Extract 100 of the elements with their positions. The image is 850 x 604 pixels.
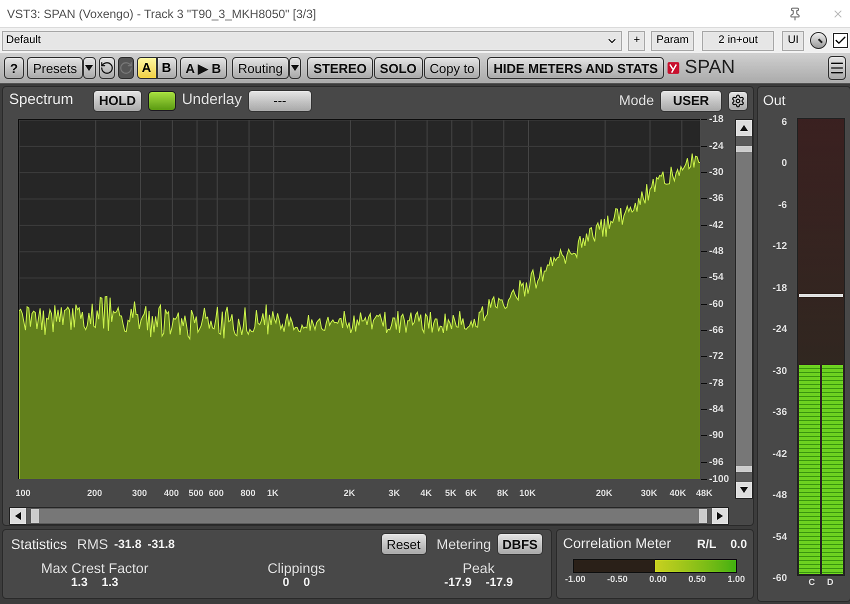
scale-label: -60 <box>772 574 787 584</box>
menu-button[interactable] <box>828 56 846 80</box>
scale-label: -24 <box>772 325 787 336</box>
frequency-label: 40K <box>670 487 686 500</box>
help-button[interactable]: ? <box>4 57 24 79</box>
presets-menu-button[interactable] <box>83 57 96 79</box>
scale-label: -54 <box>772 532 787 543</box>
frequency-label: 10K <box>519 487 536 500</box>
routing-menu-button[interactable] <box>288 57 302 79</box>
routing-mode-button[interactable]: 2 in+out <box>702 30 774 50</box>
stat-value: 1.3 <box>102 575 118 590</box>
panel-title: Statistics <box>11 534 68 554</box>
frequency-label: 200 <box>87 487 102 500</box>
frequency-label: 500 <box>188 487 204 500</box>
channel-label: D <box>827 576 834 589</box>
frequency-label: 1K <box>266 487 278 500</box>
db-label: -18 <box>709 113 724 128</box>
frequency-label: 3K <box>388 487 400 500</box>
db-label: -84 <box>709 403 724 418</box>
down-arrow-icon <box>739 485 749 496</box>
scale-label: -42 <box>772 450 787 460</box>
param-button[interactable]: Param <box>651 30 694 50</box>
window-title: VST3: SPAN (Voxengo) - Track 3 "T90_3_MKH8050" [3/3] <box>7 6 316 22</box>
underlay-dropdown[interactable]: --- <box>248 90 312 112</box>
solo-button[interactable]: SOLO <box>374 57 423 79</box>
rms-value: -31.8 <box>114 536 142 553</box>
scale-label: 1.00 <box>727 573 745 586</box>
mode-label: Mode <box>618 91 654 110</box>
hold-led[interactable] <box>148 90 176 111</box>
preset-dropdown[interactable]: Default <box>2 30 622 50</box>
menu-icon <box>829 60 846 76</box>
scale-label: 0 <box>781 159 787 170</box>
scale-label: -12 <box>772 242 787 252</box>
mode-dropdown[interactable]: USER <box>660 90 722 112</box>
pin-icon[interactable] <box>788 6 802 20</box>
undo-button[interactable] <box>98 57 114 79</box>
frequency-label: 4K <box>420 487 432 500</box>
horizontal-scrollbar[interactable] <box>9 507 729 525</box>
panel-title: Spectrum <box>9 90 74 110</box>
scale-label: 0.50 <box>688 573 706 586</box>
db-label: -36 <box>709 192 724 206</box>
db-label: -72 <box>709 350 724 364</box>
channel-label: C <box>808 576 815 589</box>
enable-checkbox[interactable] <box>832 33 848 48</box>
db-label: -42 <box>709 218 724 233</box>
stat-value: 1.3 <box>70 575 88 590</box>
frequency-label: 5K <box>445 487 457 500</box>
ab-toggle[interactable]: B <box>156 57 176 79</box>
db-label: -48 <box>709 245 724 260</box>
left-arrow-icon <box>13 511 23 521</box>
metering-label: Metering <box>436 534 491 554</box>
scale-label: 6 <box>781 118 787 128</box>
frequency-label: 48K <box>696 487 713 500</box>
scale-label: -1.00 <box>565 573 586 586</box>
copy-to-button[interactable]: Copy to <box>424 57 480 79</box>
caret-icon <box>84 63 94 73</box>
db-label: -100 <box>709 473 730 488</box>
frequency-label: 800 <box>240 487 256 500</box>
reset-button[interactable]: Reset <box>380 533 427 555</box>
add-button[interactable]: + <box>628 30 646 50</box>
frequency-label: 600 <box>208 487 224 500</box>
logo-text: SPAN <box>684 56 736 80</box>
stat-value: -17.9 <box>444 575 472 590</box>
routing-button[interactable]: Routing <box>232 57 289 79</box>
stat-value: -17.9 <box>486 575 513 590</box>
stereo-button[interactable]: STEREO <box>307 57 373 79</box>
db-label: -54 <box>709 271 724 286</box>
redo-button[interactable] <box>118 57 134 79</box>
undo-icon <box>100 61 114 75</box>
stat-value: 0 <box>303 575 310 590</box>
stat-label: Clippings <box>268 561 326 575</box>
hold-button[interactable]: HOLD <box>93 90 142 112</box>
scale-label: -30 <box>772 366 787 377</box>
scale-label: 0.00 <box>649 573 667 586</box>
up-arrow-icon <box>739 123 749 134</box>
settings-button[interactable] <box>728 90 748 111</box>
stat-label: Max Crest Factor <box>41 561 148 575</box>
db-label: -66 <box>709 324 724 338</box>
ab-toggle[interactable]: A <box>136 57 156 79</box>
knob-icon[interactable] <box>810 32 827 49</box>
stat-value: 0 <box>282 575 290 590</box>
channel-label: R/L <box>696 536 716 552</box>
vertical-scrollbar[interactable] <box>735 119 753 500</box>
ui-button[interactable]: UI <box>782 30 804 50</box>
db-label: -30 <box>709 166 724 180</box>
rms-label: RMS <box>77 534 108 554</box>
frequency-label: 6K <box>465 487 477 500</box>
scale-label: -0.50 <box>607 573 628 586</box>
scale-label: -48 <box>772 491 787 502</box>
a-to-b-button[interactable]: A ▶ B <box>180 57 228 79</box>
frequency-label: 30K <box>640 487 658 500</box>
metering-dropdown[interactable]: DBFS <box>497 533 543 555</box>
underlay-label: Underlay <box>182 90 242 110</box>
db-label: -24 <box>709 140 724 154</box>
hide-meters-button[interactable]: HIDE METERS AND STATS <box>487 57 664 79</box>
right-arrow-icon <box>715 511 725 521</box>
frequency-label: 400 <box>164 487 179 500</box>
presets-button[interactable]: Presets <box>26 57 84 79</box>
redo-icon <box>118 61 132 75</box>
frequency-label: 2K <box>344 487 356 500</box>
